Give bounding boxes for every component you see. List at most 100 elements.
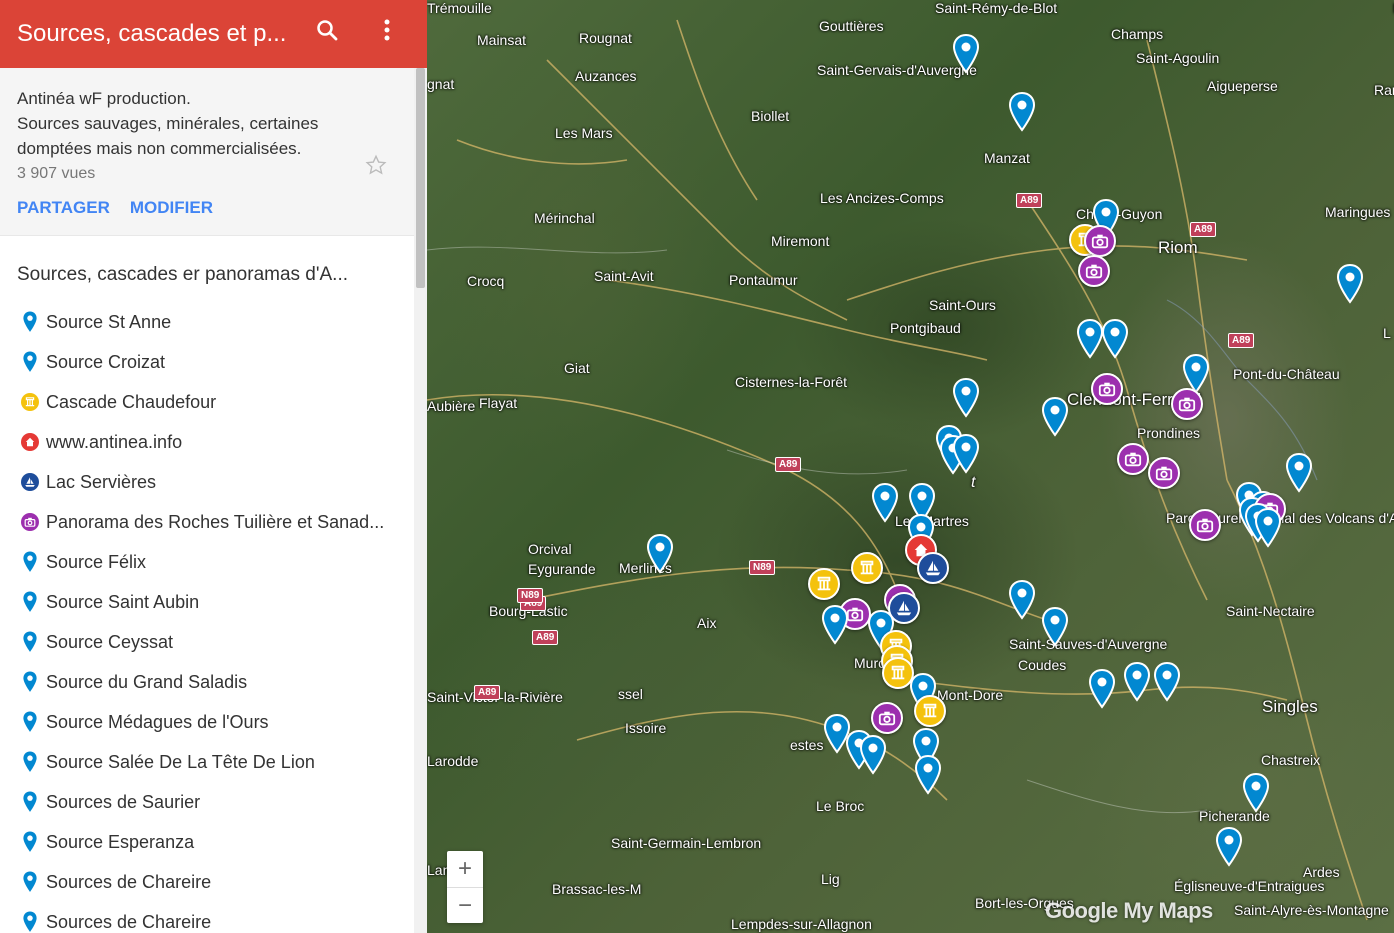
pin-icon xyxy=(19,831,41,853)
map-pin-marker[interactable] xyxy=(871,482,899,523)
map-pin-marker[interactable] xyxy=(952,433,980,474)
list-item-label: Source Saint Aubin xyxy=(46,591,200,612)
boat-marker[interactable] xyxy=(917,552,949,584)
road-shield: A89 xyxy=(1228,333,1255,348)
map-pin-marker[interactable] xyxy=(1285,452,1313,493)
camera-marker[interactable] xyxy=(1148,457,1180,489)
view-count: 3 907 vues xyxy=(17,165,96,182)
map-pin-marker[interactable] xyxy=(952,377,980,418)
list-item[interactable]: Panorama des Roches Tuilière et Sanad... xyxy=(19,502,427,542)
camera-icon xyxy=(19,511,41,533)
list-item-label: Source Ceyssat xyxy=(46,631,174,652)
list-item[interactable]: Sources de Saurier xyxy=(19,782,427,822)
list-item[interactable]: Source St Anne xyxy=(19,302,427,342)
waterfall-marker[interactable] xyxy=(914,695,946,727)
scrollbar-thumb[interactable] xyxy=(416,68,425,288)
google-my-maps-logo: Google My Maps xyxy=(1045,898,1213,923)
list-item-label: Source Croizat xyxy=(46,351,166,372)
pin-icon xyxy=(19,351,41,373)
map-pin-marker[interactable] xyxy=(1215,826,1243,867)
camera-marker[interactable] xyxy=(1091,373,1123,405)
list-item[interactable]: Source Salée De La Tête De Lion xyxy=(19,742,427,782)
list-item-label: Source St Anne xyxy=(46,311,172,332)
pin-icon xyxy=(19,631,41,653)
map-pin-marker[interactable] xyxy=(1336,263,1364,304)
road-shield: N89 xyxy=(517,588,544,603)
road-shield: A89 xyxy=(775,457,802,472)
list-item[interactable]: Source Ceyssat xyxy=(19,622,427,662)
list-item-label: Source Félix xyxy=(46,551,147,572)
list-item-label: Source Médagues de l'Ours xyxy=(46,711,269,732)
list-item[interactable]: Source du Grand Saladis xyxy=(19,662,427,702)
list-item-label: Sources de Saurier xyxy=(46,791,201,812)
boat-icon xyxy=(19,471,41,493)
list-item-label: www.antinea.info xyxy=(46,431,183,452)
map-pin-marker[interactable] xyxy=(646,533,674,574)
camera-marker[interactable] xyxy=(1189,509,1221,541)
camera-marker[interactable] xyxy=(1117,443,1149,475)
list-item[interactable]: Source Croizat xyxy=(19,342,427,382)
list-item[interactable]: Source Félix xyxy=(19,542,427,582)
map-pin-marker[interactable] xyxy=(1088,668,1116,709)
list-item[interactable]: Source Esperanza xyxy=(19,822,427,862)
map-pin-marker[interactable] xyxy=(1101,318,1129,359)
vertical-dots-icon xyxy=(384,19,390,41)
map-pin-marker[interactable] xyxy=(1123,661,1151,702)
map-info-panel: Antinéa wF production. Sources sauvages,… xyxy=(0,68,427,236)
camera-marker[interactable] xyxy=(871,702,903,734)
sidebar: Sources, cascades et p... Antinéa wF pro… xyxy=(0,0,427,933)
road-shield: A89 xyxy=(1016,193,1043,208)
map-pin-marker[interactable] xyxy=(952,33,980,74)
search-button[interactable] xyxy=(311,14,343,46)
list-item[interactable]: Source Médagues de l'Ours xyxy=(19,702,427,742)
list-item[interactable]: Sources de Chareire xyxy=(19,862,427,902)
map-pin-marker[interactable] xyxy=(1076,318,1104,359)
more-options-button[interactable] xyxy=(371,14,403,46)
list-item-label: Source Salée De La Tête De Lion xyxy=(46,751,315,772)
pin-icon xyxy=(19,911,41,933)
road-shield: A89 xyxy=(474,685,501,700)
edit-button[interactable]: MODIFIER xyxy=(130,198,213,218)
pin-icon xyxy=(19,671,41,693)
map-pin-marker[interactable] xyxy=(1153,661,1181,702)
zoom-in-button[interactable]: + xyxy=(447,851,483,887)
map-pin-marker[interactable] xyxy=(859,734,887,775)
list-item[interactable]: Source Saint Aubin xyxy=(19,582,427,622)
list-item[interactable]: Sources de Chareire xyxy=(19,902,427,933)
camera-marker[interactable] xyxy=(1078,255,1110,287)
list-item[interactable]: www.antinea.info xyxy=(19,422,427,462)
list-item-label: Sources de Chareire xyxy=(46,911,212,932)
layer-title[interactable]: Sources, cascades er panoramas d'A... xyxy=(0,236,427,302)
list-item[interactable]: Lac Servières xyxy=(19,462,427,502)
map-pin-marker[interactable] xyxy=(821,604,849,645)
camera-marker[interactable] xyxy=(1084,225,1116,257)
waterfall-marker[interactable] xyxy=(851,552,883,584)
map-pin-marker[interactable] xyxy=(1008,91,1036,132)
road-shield: N89 xyxy=(749,560,776,575)
share-button[interactable]: PARTAGER xyxy=(17,198,110,218)
list-item-label: Panorama des Roches Tuilière et Sanad... xyxy=(46,511,385,532)
map-pin-marker[interactable] xyxy=(1254,507,1282,548)
zoom-out-button[interactable]: − xyxy=(447,887,483,923)
list-item-label: Cascade Chaudefour xyxy=(46,391,217,412)
map-canvas[interactable]: Saint-Rémy-de-BlotBrugGouttièresChampsMa… xyxy=(427,0,1394,933)
sidebar-scrollbar[interactable] xyxy=(414,68,427,933)
star-icon[interactable] xyxy=(365,154,387,181)
road-shield: A89 xyxy=(532,630,559,645)
camera-marker[interactable] xyxy=(1171,388,1203,420)
map-pin-marker[interactable] xyxy=(1041,606,1069,647)
list-item-label: Source Esperanza xyxy=(46,831,195,852)
zoom-control: + − xyxy=(447,851,483,923)
waterfall-marker[interactable] xyxy=(808,568,840,600)
map-pin-marker[interactable] xyxy=(1008,579,1036,620)
home-icon xyxy=(19,431,41,453)
list-item[interactable]: Cascade Chaudefour xyxy=(19,382,427,422)
map-title[interactable]: Sources, cascades et p... xyxy=(17,20,297,48)
map-pin-marker[interactable] xyxy=(1041,396,1069,437)
feature-list: Source St Anne Source Croizat Cascade Chau… xyxy=(0,302,427,933)
list-item-label: Source du Grand Saladis xyxy=(46,671,248,692)
map-pin-marker[interactable] xyxy=(914,754,942,795)
list-item-label: Lac Servières xyxy=(46,471,157,492)
map-pin-marker[interactable] xyxy=(1242,772,1270,813)
list-item-label: Sources de Chareire xyxy=(46,871,212,892)
